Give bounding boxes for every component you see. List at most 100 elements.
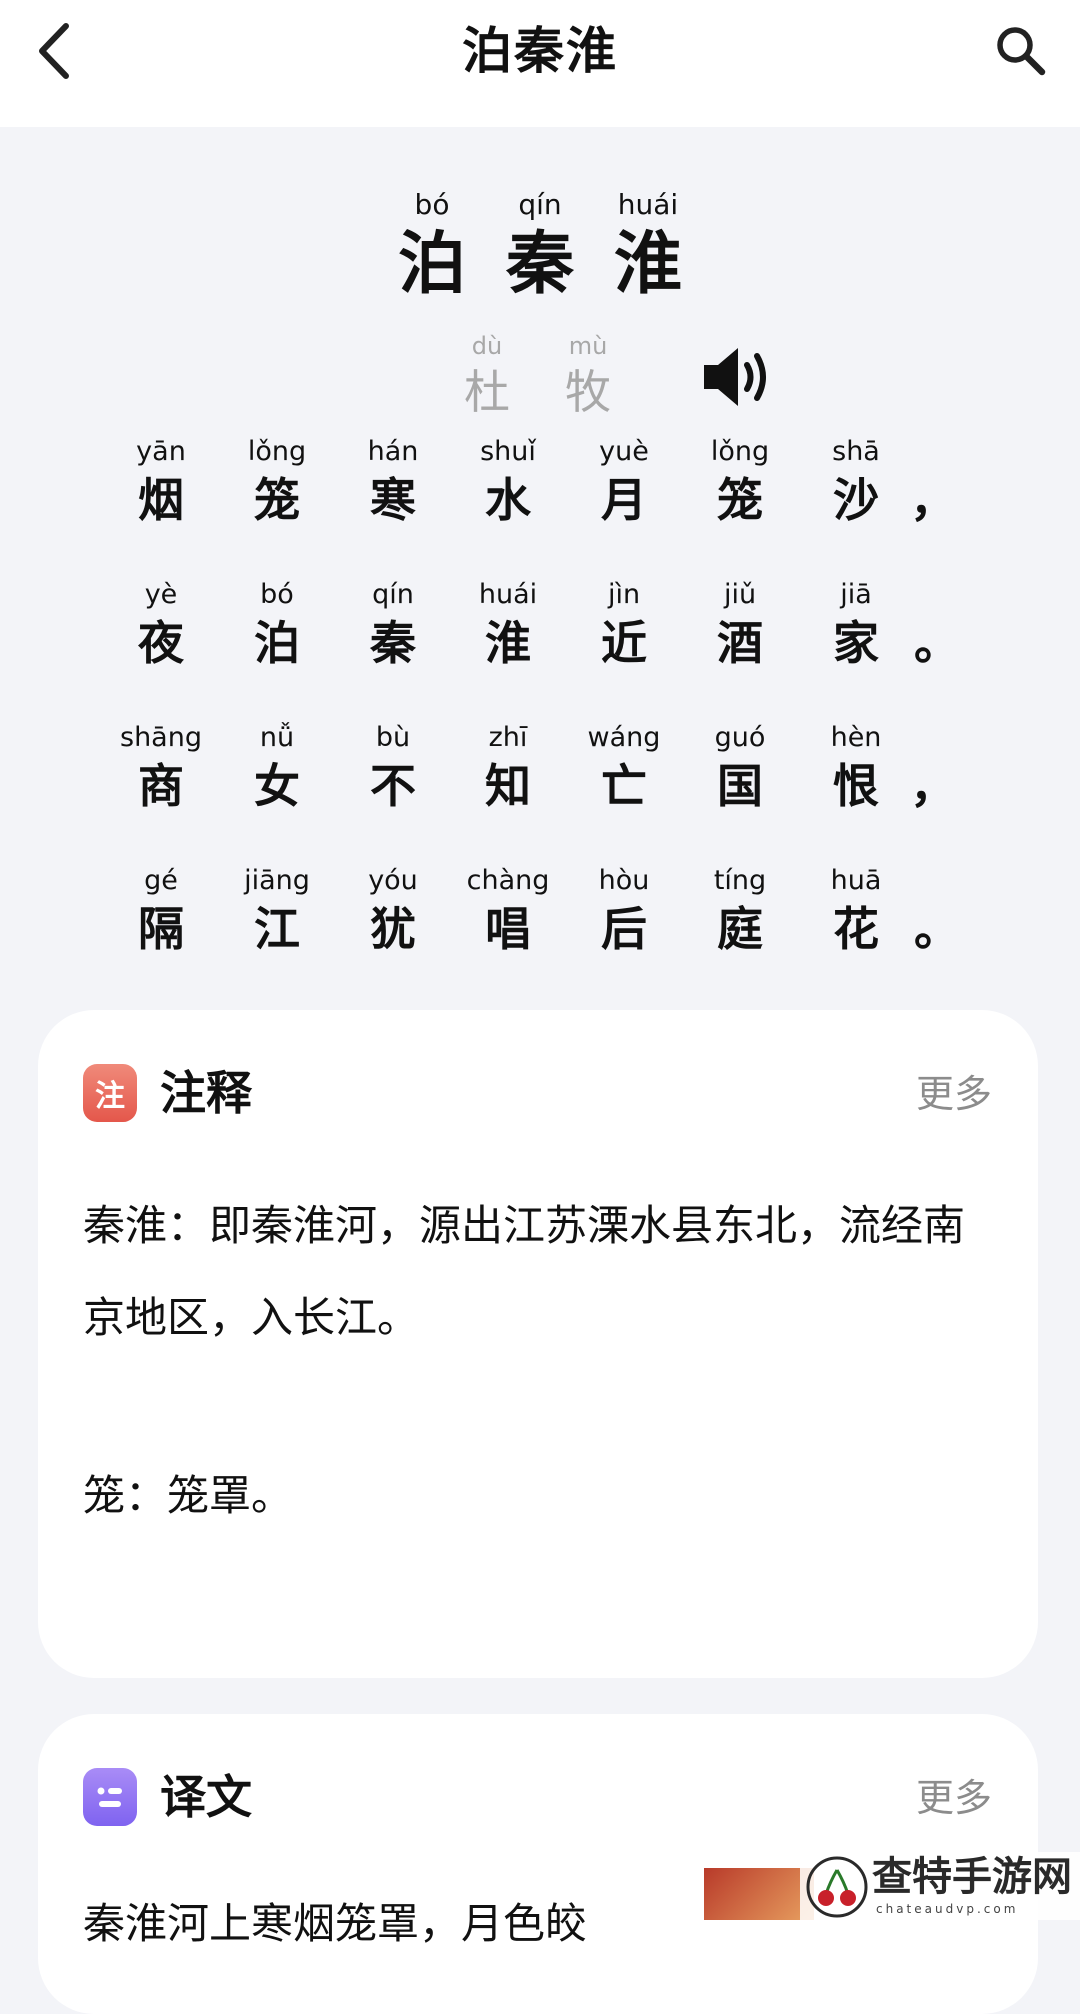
poem-char: yuè 月 bbox=[566, 435, 682, 531]
pinyin: hán bbox=[367, 436, 419, 467]
thumbnail-image bbox=[704, 1868, 814, 1920]
pinyin: hòu bbox=[598, 865, 650, 896]
hanzi: 笼 bbox=[254, 473, 300, 527]
hanzi: 庭 bbox=[717, 902, 763, 956]
poem-char: shāng 商 bbox=[103, 721, 219, 817]
hanzi: 家 bbox=[833, 616, 879, 670]
poem-char: jiā 家 bbox=[798, 578, 914, 674]
author-hanzi: 牧 bbox=[565, 365, 611, 419]
hanzi: 泊 bbox=[254, 616, 300, 670]
hanzi: 水 bbox=[485, 473, 531, 527]
poem-char: guó 国 bbox=[682, 721, 798, 817]
pinyin: jiǔ bbox=[723, 579, 757, 610]
poem-line: shāng 商 nǚ 女 bù 不 zhī 知 wáng 亡 guó 国 hèn 恨 ， bbox=[0, 721, 1080, 864]
watermark-text: 查特手游网 bbox=[872, 1853, 1072, 1900]
poem-char: huái 淮 bbox=[450, 578, 566, 674]
author-hanzi: 杜 bbox=[464, 365, 510, 419]
poem-char: yóu 犹 bbox=[335, 864, 451, 960]
poem-char: jiǔ 酒 bbox=[682, 578, 798, 674]
poem-char: bù 不 bbox=[335, 721, 451, 817]
hanzi: 不 bbox=[370, 759, 416, 813]
pinyin: nǚ bbox=[259, 722, 295, 753]
poem-section: bó 泊 qín 秦 huái 淮 dù 杜 mù 牧 yān 烟 lǒng 笼… bbox=[0, 127, 1080, 1007]
play-audio-button[interactable] bbox=[702, 343, 776, 411]
poem-title: bó 泊 qín 秦 huái 淮 bbox=[0, 187, 1080, 307]
search-icon bbox=[997, 27, 1046, 76]
top-bar: 泊秦淮 bbox=[0, 0, 1080, 127]
author-char: mù 牧 bbox=[538, 330, 638, 422]
watermark-url: chateaudvp.com bbox=[876, 1902, 1019, 1916]
pinyin: wáng bbox=[587, 722, 661, 753]
translation-title: 译文 bbox=[160, 1770, 252, 1824]
pinyin: yān bbox=[136, 436, 186, 467]
title-pinyin: bó bbox=[414, 188, 450, 221]
poem-char: gé 隔 bbox=[103, 864, 219, 960]
punctuation: ， bbox=[910, 473, 956, 527]
pinyin: gé bbox=[144, 865, 178, 896]
poem-char: tíng 庭 bbox=[682, 864, 798, 960]
hanzi: 犹 bbox=[370, 902, 416, 956]
pinyin: bó bbox=[260, 579, 294, 610]
poem-char: hèn 恨 bbox=[798, 721, 914, 817]
poem-char: chàng 唱 bbox=[450, 864, 566, 960]
poem-char: hòu 后 bbox=[566, 864, 682, 960]
poem-char: huā 花 bbox=[798, 864, 914, 960]
poem-char: jiāng 江 bbox=[219, 864, 335, 960]
poem-author: dù 杜 mù 牧 bbox=[0, 330, 1080, 430]
hanzi: 秦 bbox=[370, 616, 416, 670]
poem-char: yān 烟 bbox=[103, 435, 219, 531]
translation-text: 秦淮河上寒烟笼罩，月色皎 bbox=[83, 1899, 588, 1948]
hanzi: 近 bbox=[601, 616, 647, 670]
hanzi: 烟 bbox=[138, 473, 184, 527]
poem-char: shā 沙 bbox=[798, 435, 914, 531]
pinyin: huái bbox=[478, 579, 538, 610]
punctuation: 。 bbox=[914, 902, 960, 956]
pinyin: lǒng bbox=[710, 436, 770, 467]
translation-icon bbox=[83, 1768, 137, 1826]
title-pinyin: huái bbox=[617, 188, 679, 221]
hanzi: 江 bbox=[254, 902, 300, 956]
notes-more-link[interactable]: 更多 bbox=[916, 1066, 992, 1122]
title-hanzi: 淮 bbox=[613, 225, 682, 304]
hanzi: 夜 bbox=[138, 616, 184, 670]
poem-char: nǚ 女 bbox=[219, 721, 335, 817]
title-char: qín 秦 bbox=[486, 187, 594, 307]
poem-char: zhī 知 bbox=[450, 721, 566, 817]
notes-body: 秦淮：即秦淮河，源出江苏溧水县东北，流经南京地区，入长江。 笼：笼罩。 bbox=[83, 1180, 993, 1542]
hanzi: 恨 bbox=[833, 759, 879, 813]
hanzi: 酒 bbox=[717, 616, 763, 670]
pinyin: yè bbox=[144, 579, 178, 610]
translation-more-link[interactable]: 更多 bbox=[916, 1770, 992, 1826]
notes-title: 注释 bbox=[160, 1066, 252, 1120]
author-pinyin: dù bbox=[471, 332, 503, 360]
poem-char: wáng 亡 bbox=[566, 721, 682, 817]
poem-char: yè 夜 bbox=[103, 578, 219, 674]
punctuation: ， bbox=[910, 759, 956, 813]
note-paragraph: 笼：笼罩。 bbox=[83, 1471, 294, 1520]
title-char: bó 泊 bbox=[378, 187, 486, 307]
pinyin: jiā bbox=[840, 579, 872, 610]
notes-icon-label: 注 bbox=[95, 1079, 125, 1114]
pinyin: guó bbox=[714, 722, 766, 753]
note-paragraph: 秦淮：即秦淮河，源出江苏溧水县东北，流经南京地区，入长江。 bbox=[83, 1201, 966, 1342]
pinyin: bù bbox=[375, 722, 411, 753]
pinyin: tíng bbox=[713, 865, 767, 896]
pinyin: jiāng bbox=[244, 865, 310, 896]
poem-char: bó 泊 bbox=[219, 578, 335, 674]
poem-char: shuǐ 水 bbox=[450, 435, 566, 531]
title-pinyin: qín bbox=[518, 188, 562, 221]
pinyin: shā bbox=[832, 436, 880, 467]
pinyin: shuǐ bbox=[480, 436, 536, 467]
title-hanzi: 泊 bbox=[397, 225, 466, 304]
notes-icon: 注 bbox=[83, 1064, 137, 1122]
pinyin: lǒng bbox=[247, 436, 307, 467]
hanzi: 后 bbox=[601, 902, 647, 956]
hanzi: 唱 bbox=[485, 902, 531, 956]
punctuation: 。 bbox=[914, 616, 960, 670]
poem-body: yān 烟 lǒng 笼 hán 寒 shuǐ 水 yuè 月 lǒng 笼 shā 沙 ， … bbox=[0, 435, 1080, 1007]
cherry-logo-icon bbox=[806, 1856, 868, 1918]
poem-char: qín 秦 bbox=[335, 578, 451, 674]
search-button[interactable] bbox=[992, 22, 1050, 80]
pinyin: huā bbox=[830, 865, 882, 896]
poem-line: gé 隔 jiāng 江 yóu 犹 chàng 唱 hòu 后 tíng 庭 huā 花 。 bbox=[0, 864, 1080, 1007]
